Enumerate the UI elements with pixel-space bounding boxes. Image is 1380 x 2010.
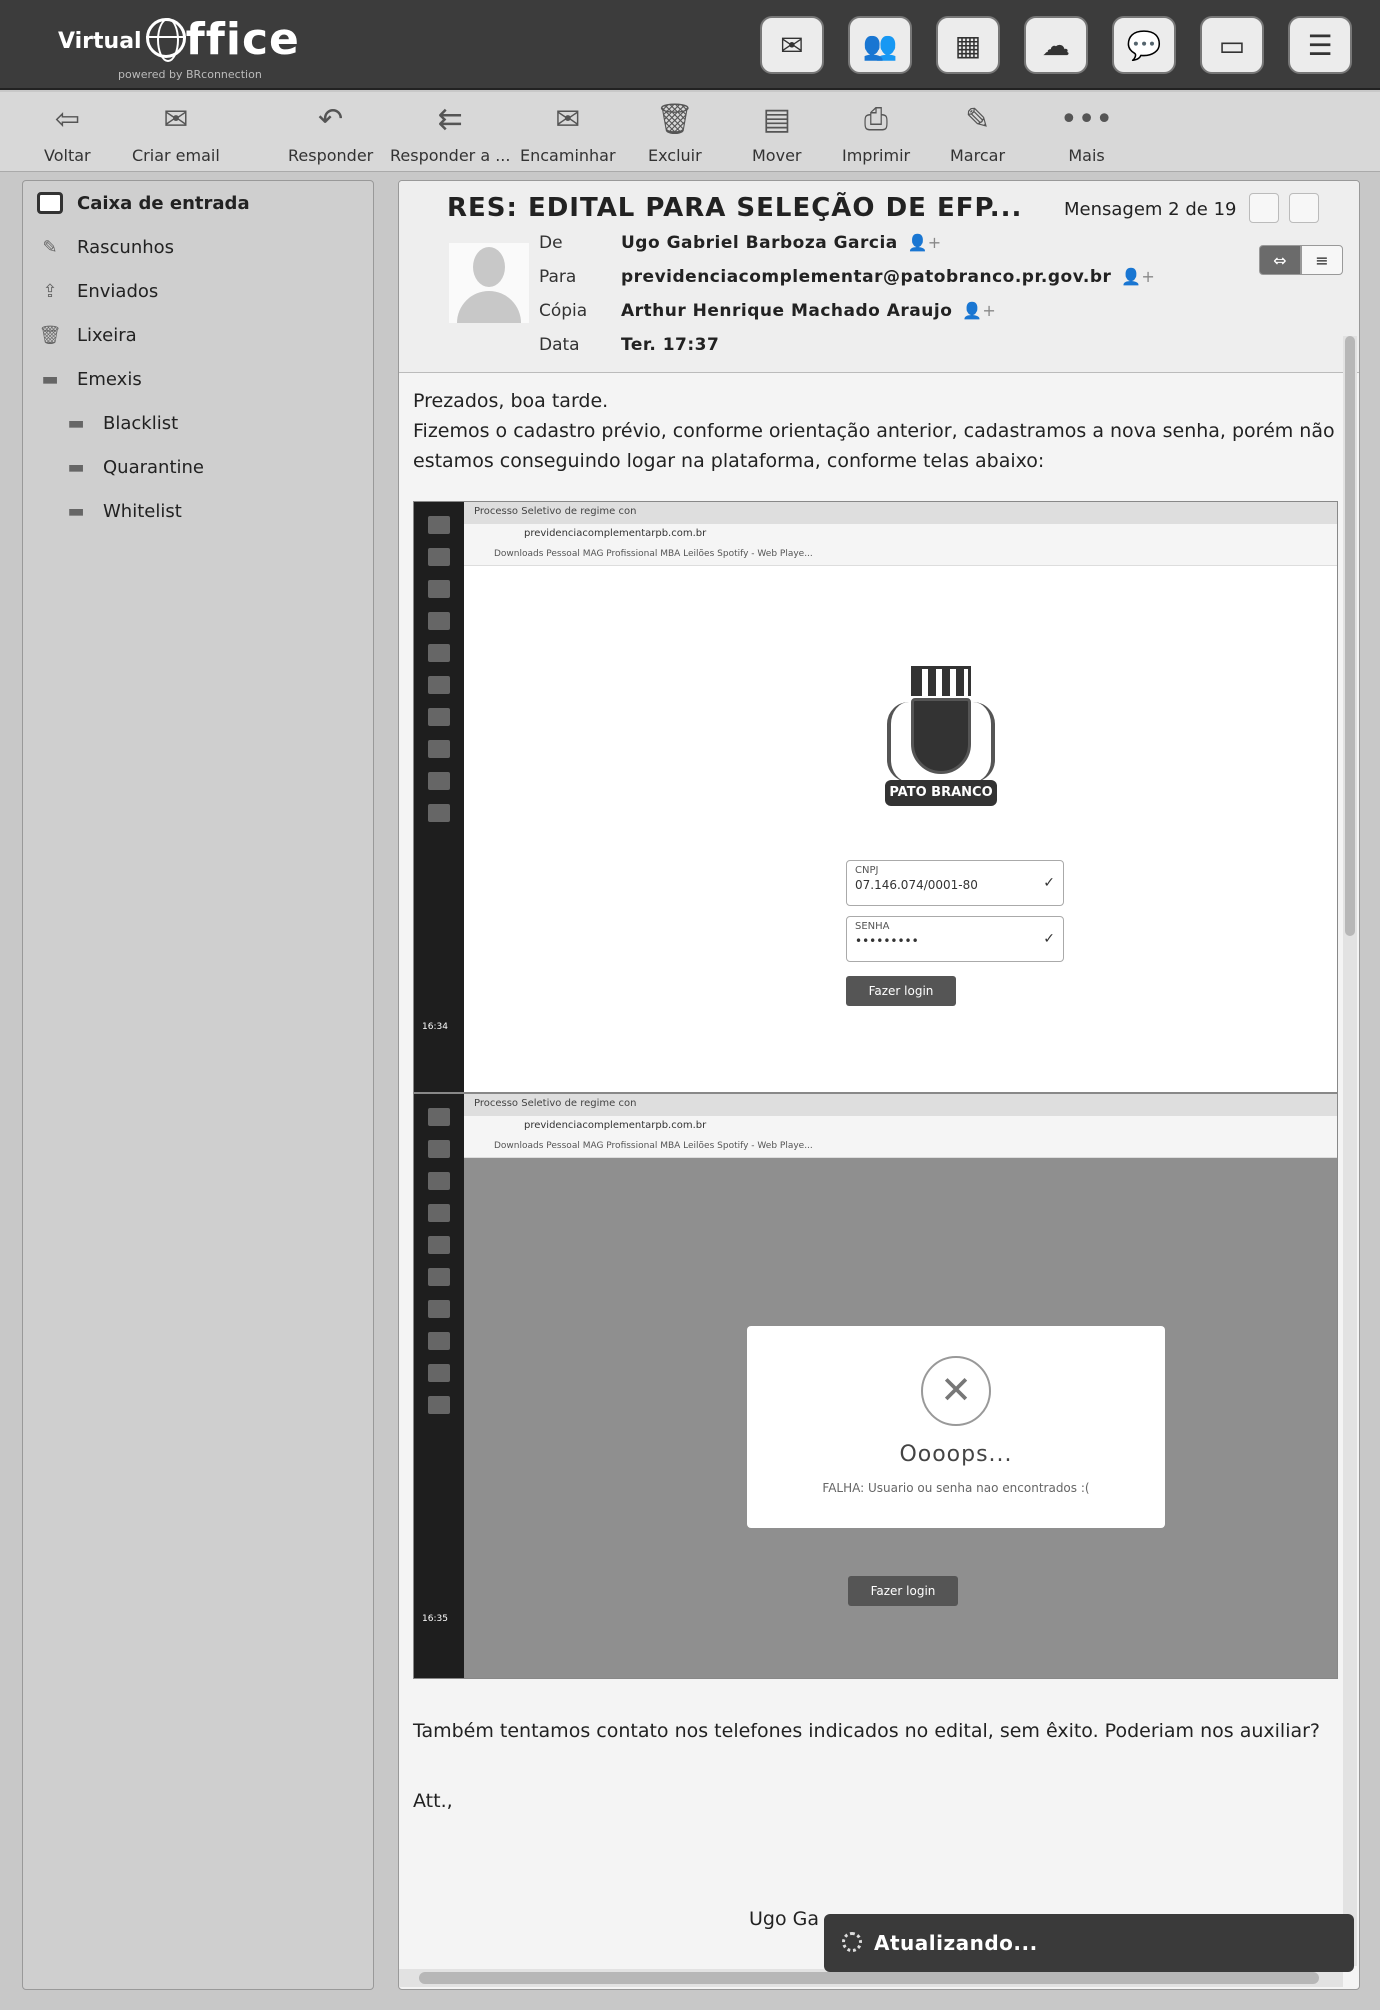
signature: Ugo Ga	[749, 1908, 819, 1930]
cloud-download-icon[interactable]: ☁	[1024, 16, 1088, 74]
folder-icon: ▬	[67, 500, 85, 522]
folder-quarantine[interactable]: ▬ Quarantine	[23, 447, 373, 487]
date-row: Data Ter. 17:37	[539, 335, 720, 355]
pen-icon: ✎	[964, 102, 991, 137]
windows-taskbar: 16:34	[414, 502, 464, 1092]
check-icon: ✓	[1043, 875, 1055, 891]
print-button[interactable]: ⎙ Imprimir	[842, 100, 910, 165]
mark-button[interactable]: ✎ Marcar	[950, 100, 1005, 165]
check-icon: ✓	[1043, 931, 1055, 947]
from-row: De Ugo Gabriel Barboza Garcia 👤+	[539, 233, 942, 253]
delete-button[interactable]: 🗑 Excluir	[648, 100, 702, 165]
chat-icon[interactable]: 💬	[1112, 16, 1176, 74]
new-email-button[interactable]: ✉ Criar email	[132, 100, 220, 165]
sent-icon: ⇪	[42, 280, 58, 302]
vertical-scrollbar[interactable]	[1343, 336, 1357, 1966]
folder-icon: ▬	[67, 456, 85, 478]
message-counter: Mensagem 2 de 19	[1064, 199, 1237, 220]
contacts-icon[interactable]: 👥	[848, 16, 912, 74]
login-button-image: Fazer login	[846, 976, 956, 1006]
cc-row: Cópia Arthur Henrique Machado Araujo 👤+	[539, 301, 996, 321]
message-body: Prezados, boa tarde. Fizemos o cadastro …	[413, 390, 1335, 472]
folder-blacklist[interactable]: ▬ Blacklist	[23, 403, 373, 443]
action-toolbar: ⇦ Voltar ✉ Criar email ↶ Responder ⇇ Res…	[0, 92, 1380, 172]
monitor-icon[interactable]: ▭	[1200, 16, 1264, 74]
calendar-icon[interactable]: ▦	[936, 16, 1000, 74]
folder-inbox[interactable]: Caixa de entrada	[23, 183, 373, 223]
more-button[interactable]: ••• Mais	[1060, 100, 1113, 165]
folder-whitelist[interactable]: ▬ Whitelist	[23, 491, 373, 531]
status-toast: Atualizando...	[824, 1914, 1354, 1972]
more-dots-icon: •••	[1060, 102, 1114, 137]
arrow-left-icon: ⇦	[54, 102, 80, 137]
folder-sent[interactable]: ⇪ Enviados	[23, 271, 373, 311]
reply-all-button[interactable]: ⇇ Responder a ...	[390, 100, 510, 165]
to-row: Para previdenciacomplementar@patobranco.…	[539, 267, 1155, 287]
reply-icon: ↶	[318, 102, 344, 137]
sender-avatar	[449, 243, 529, 323]
printer-icon: ⎙	[864, 102, 889, 137]
add-contact-icon[interactable]: 👤+	[962, 301, 995, 321]
html-view-toggle[interactable]: ⇔	[1259, 245, 1301, 275]
error-modal: ✕ Oooops... FALHA: Usuario ou senha nao …	[747, 1326, 1165, 1528]
mail-icon[interactable]: ✉	[760, 16, 824, 74]
attached-screenshot-error: 16:35 Processo Seletivo de regime con pr…	[413, 1093, 1338, 1679]
close-circle-icon: ✕	[921, 1356, 991, 1426]
back-button[interactable]: ⇦ Voltar	[44, 100, 91, 165]
senha-field: SENHA ••••••••• ✓	[846, 916, 1064, 962]
folder-icon: ▬	[41, 368, 59, 390]
forward-button[interactable]: ✉ Encaminhar	[520, 100, 616, 165]
add-contact-icon[interactable]: 👤+	[908, 233, 941, 253]
message-header: RES: EDITAL PARA SELEÇÃO DE EFP... Mensa…	[399, 181, 1359, 373]
pencil-icon: ✎	[42, 236, 58, 258]
reply-button[interactable]: ↶ Responder	[288, 100, 373, 165]
forward-icon: ✉	[555, 102, 581, 137]
attached-screenshot-login: 16:34 Processo Seletivo de regime con pr…	[413, 501, 1338, 1093]
top-header: Virtual ffice powered by BRconnection ✉ …	[0, 0, 1380, 90]
virtual-office-logo[interactable]: Virtual ffice powered by BRconnection	[58, 18, 300, 82]
text-view-toggle[interactable]: ≡	[1301, 245, 1343, 275]
add-contact-icon[interactable]: 👤+	[1121, 267, 1154, 287]
move-button[interactable]: ▤ Mover	[752, 100, 801, 165]
prev-message-button[interactable]	[1249, 193, 1279, 223]
folder-trash[interactable]: 🗑 Lixeira	[23, 315, 373, 355]
new-email-icon: ✉	[163, 102, 189, 137]
message-subject: RES: EDITAL PARA SELEÇÃO DE EFP...	[447, 193, 1023, 223]
virtual-office-app: Virtual ffice powered by BRconnection ✉ …	[0, 0, 1380, 2010]
login-button-image: Fazer login	[848, 1576, 958, 1606]
windows-taskbar: 16:35	[414, 1094, 464, 1678]
globe-icon	[145, 18, 186, 62]
message-body-continued: Também tentamos contato nos telefones in…	[413, 1720, 1321, 1812]
trash-icon: 🗑	[38, 324, 62, 346]
folder-emexis[interactable]: ▬ Emexis	[23, 359, 373, 399]
reply-all-icon: ⇇	[437, 102, 463, 137]
trash-icon: 🗑	[655, 102, 694, 137]
pato-branco-crest: PATO BRANCO	[871, 662, 1011, 832]
message-pane: RES: EDITAL PARA SELEÇÃO DE EFP... Mensa…	[398, 180, 1360, 1990]
folder-icon: ▬	[67, 412, 85, 434]
folder-move-icon: ▤	[762, 102, 791, 137]
folder-drafts[interactable]: ✎ Rascunhos	[23, 227, 373, 267]
next-message-button[interactable]	[1289, 193, 1319, 223]
folder-sidebar: Caixa de entrada ✎ Rascunhos ⇪ Enviados …	[22, 180, 374, 1990]
inbox-icon	[37, 192, 63, 214]
menu-icon[interactable]: ☰	[1288, 16, 1352, 74]
cnpj-field: CNPJ 07.146.074/0001-80 ✓	[846, 860, 1064, 906]
spinner-icon	[842, 1932, 862, 1952]
